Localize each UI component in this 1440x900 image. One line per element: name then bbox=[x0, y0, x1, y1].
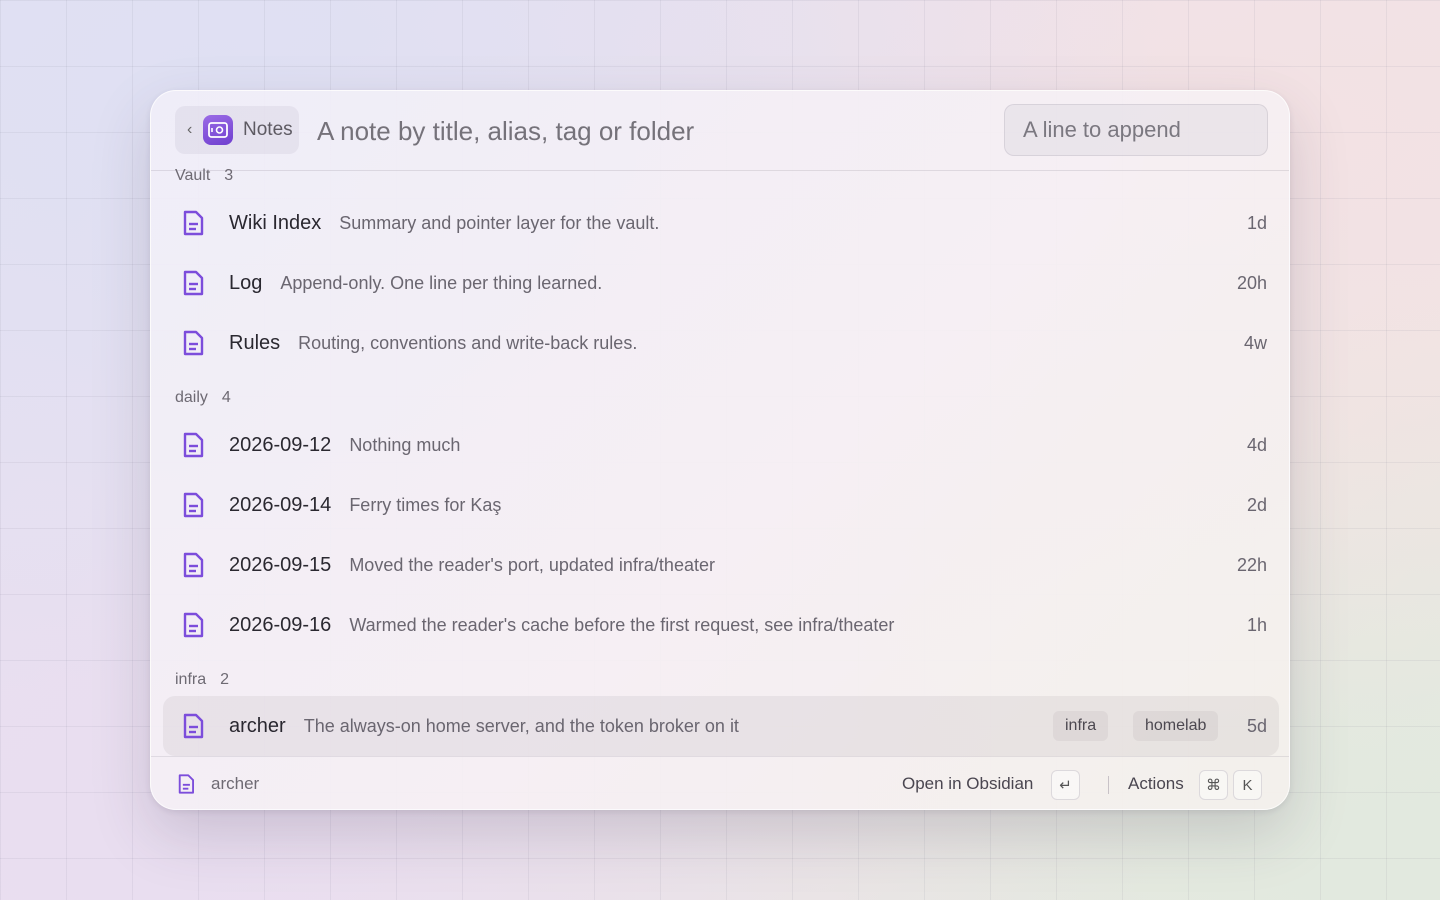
note-age: 5d bbox=[1246, 715, 1267, 736]
list-item[interactable]: 2026-09-12 Nothing much 4d bbox=[163, 415, 1279, 475]
note-title: Log Append-only. One line per thing learn… bbox=[229, 271, 603, 294]
note-age: 20h bbox=[1236, 272, 1267, 293]
safe-icon bbox=[203, 115, 233, 145]
list-item[interactable]: 2026-09-16 Warmed the reader's cache befo… bbox=[163, 595, 1279, 655]
results-list: Vault 3 Wiki Index Summary and pointer la… bbox=[151, 167, 1289, 756]
list-item[interactable]: 2026-09-14 Ferry times for Kaş 2d bbox=[163, 475, 1279, 535]
list-item[interactable]: Wiki Index Summary and pointer layer for … bbox=[163, 193, 1279, 253]
note-title: 2026-09-12 Nothing much bbox=[229, 433, 461, 456]
list-item[interactable]: 2026-09-15 Moved the reader's port, updat… bbox=[163, 535, 1279, 595]
note-age: 4w bbox=[1243, 332, 1267, 353]
note-title: Rules Routing, conventions and write-back… bbox=[229, 331, 638, 354]
return-key-icon: ↵ bbox=[1051, 770, 1080, 800]
search-input[interactable] bbox=[317, 111, 987, 151]
section-name: Vault bbox=[175, 167, 211, 184]
command-key-icon: ⌘ bbox=[1199, 770, 1228, 800]
note-age: 22h bbox=[1236, 554, 1267, 575]
note-subtitle: Nothing much bbox=[349, 434, 461, 455]
list-item[interactable]: Rules Routing, conventions and write-back… bbox=[163, 313, 1279, 373]
section-count: 4 bbox=[221, 389, 231, 406]
back-button[interactable]: ‹ Notes bbox=[175, 106, 299, 154]
note-subtitle: Warmed the reader's cache before the fir… bbox=[349, 614, 895, 635]
note-icon bbox=[178, 774, 195, 794]
command-palette-window: ‹ Notes Vault 3 Wiki IndexSummary and po… bbox=[150, 90, 1290, 810]
search-bar: ‹ Notes bbox=[151, 91, 1289, 171]
note-icon bbox=[183, 432, 204, 458]
section-header-daily: daily 4 bbox=[175, 388, 231, 408]
note-title: archer The always-on home server, and the… bbox=[229, 714, 739, 737]
note-icon bbox=[183, 612, 204, 638]
section-header-infra: infra 2 bbox=[175, 670, 229, 690]
divider bbox=[1108, 776, 1109, 794]
note-title: Wiki Index Summary and pointer layer for … bbox=[229, 211, 660, 234]
action-bar: archer Open in Obsidian ↵ Actions ⌘ K bbox=[151, 756, 1289, 809]
note-title: 2026-09-15 Moved the reader's port, updat… bbox=[229, 553, 715, 576]
note-subtitle: Moved the reader's port, updated infra/t… bbox=[349, 554, 715, 575]
note-age: 4d bbox=[1246, 434, 1267, 455]
section-name: daily bbox=[175, 389, 208, 406]
note-title: 2026-09-14 Ferry times for Kaş bbox=[229, 493, 502, 516]
back-label: Notes bbox=[243, 119, 293, 140]
list-item[interactable]: Log Append-only. One line per thing learn… bbox=[163, 253, 1279, 313]
section-count: 2 bbox=[220, 671, 230, 688]
note-icon bbox=[183, 552, 204, 578]
note-age: 1d bbox=[1246, 212, 1267, 233]
note-icon bbox=[183, 270, 204, 296]
note-icon bbox=[183, 492, 204, 518]
note-subtitle: Summary and pointer layer for the vault. bbox=[339, 212, 660, 233]
note-title: 2026-09-16 Warmed the reader's cache befo… bbox=[229, 613, 895, 636]
chevron-left-icon: ‹ bbox=[187, 121, 193, 138]
section-count: 3 bbox=[224, 167, 234, 184]
note-age: 2d bbox=[1246, 494, 1267, 515]
selected-note-name: archer bbox=[211, 774, 260, 793]
section-name: infra bbox=[175, 671, 207, 688]
note-age: 1h bbox=[1246, 614, 1267, 635]
note-subtitle: Routing, conventions and write-back rule… bbox=[298, 332, 638, 353]
open-in-obsidian-button[interactable]: Open in Obsidian bbox=[902, 774, 1033, 794]
tag-badge: homelab bbox=[1133, 711, 1219, 741]
list-item-selected[interactable]: archer The always-on home server, and the… bbox=[163, 696, 1279, 756]
note-icon bbox=[183, 713, 204, 739]
note-subtitle: Ferry times for Kaş bbox=[349, 494, 502, 515]
section-header-vault: Vault 3 bbox=[175, 166, 233, 186]
tag-badge: infra bbox=[1053, 711, 1109, 741]
note-icon bbox=[183, 210, 204, 236]
actions-button[interactable]: Actions bbox=[1128, 774, 1184, 794]
note-icon bbox=[183, 330, 204, 356]
append-line-input[interactable] bbox=[1004, 104, 1268, 156]
k-key-icon: K bbox=[1233, 770, 1262, 800]
note-subtitle: The always-on home server, and the token… bbox=[303, 715, 739, 736]
note-subtitle: Append-only. One line per thing learned. bbox=[280, 272, 603, 293]
